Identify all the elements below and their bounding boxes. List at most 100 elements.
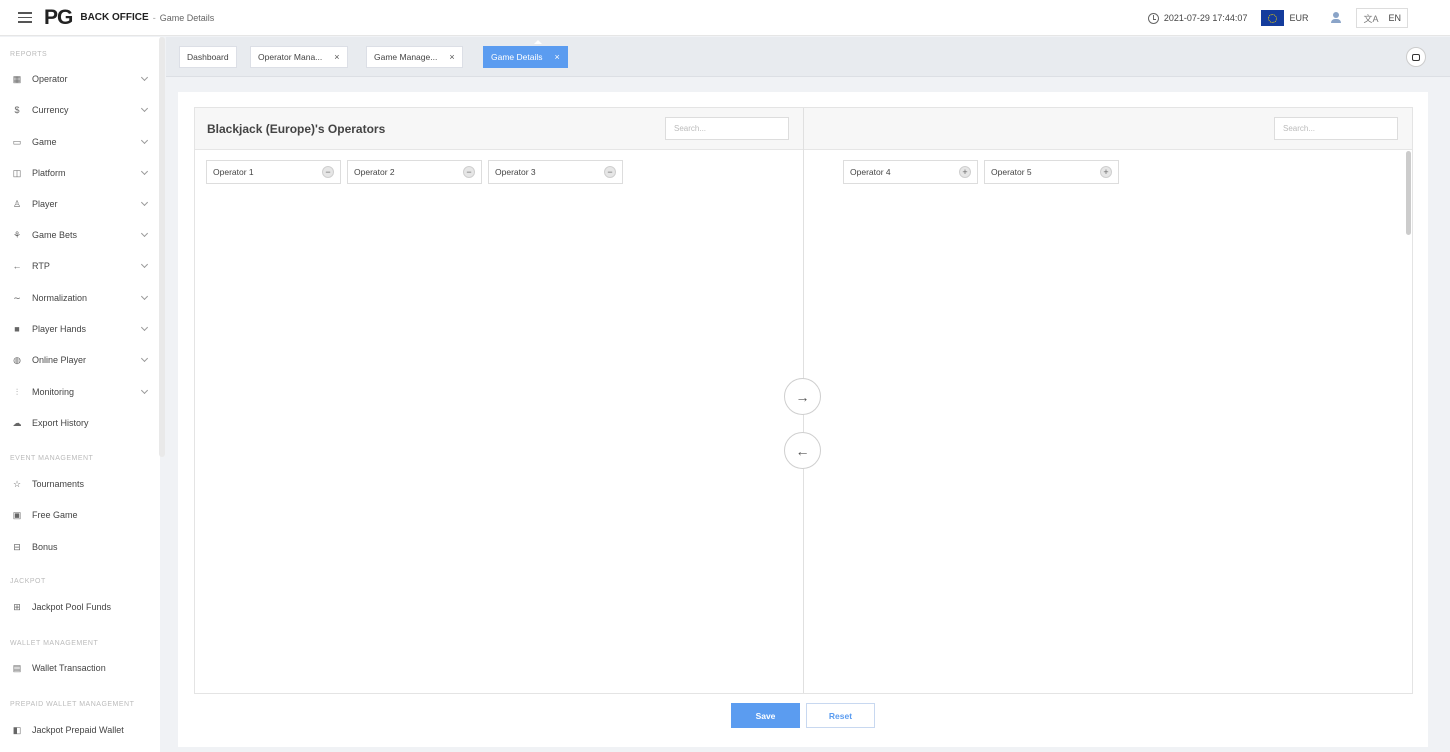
sidebar-item-game-bets[interactable]: ⚘ Game Bets	[11, 225, 151, 245]
move-left-button[interactable]: ←	[784, 432, 821, 469]
chevron-down-icon	[140, 323, 149, 332]
currency-selector[interactable]: EUR	[1289, 13, 1308, 23]
gamepad-icon: ▭	[12, 136, 22, 147]
star-icon: ☆	[12, 478, 22, 489]
close-icon[interactable]: ×	[449, 52, 454, 62]
sidebar-item-jackpot-pool-funds[interactable]: ⊞ Jackpot Pool Funds	[11, 597, 151, 617]
section-wallet-management: WALLET MANAGEMENT	[10, 640, 99, 647]
translate-icon: 文A	[1363, 13, 1379, 24]
section-jackpot: JACKPOT	[10, 578, 46, 585]
assigned-operator-chip[interactable]: Operator 2−	[347, 160, 482, 184]
tab-dashboard[interactable]: Dashboard	[179, 46, 237, 68]
fullscreen-icon	[1412, 53, 1420, 61]
sidebar-item-player[interactable]: ♙ Player	[11, 194, 151, 214]
sidebar-item-normalization[interactable]: ∼ Normalization	[11, 288, 151, 308]
available-pane-scrollbar[interactable]	[1406, 151, 1411, 235]
sidebar-item-player-hands[interactable]: ■ Player Hands	[11, 319, 151, 339]
wallet-icon: ▤	[12, 662, 22, 673]
sidebar-item-jackpot-prepaid-wallet[interactable]: ◧ Jackpot Prepaid Wallet	[11, 720, 151, 740]
chevron-down-icon	[140, 136, 149, 145]
brand-title: BACK OFFICE	[80, 12, 149, 23]
close-icon[interactable]: ×	[334, 52, 339, 62]
sidebar-item-currency[interactable]: $ Currency	[11, 100, 151, 120]
remove-icon[interactable]: −	[463, 166, 475, 178]
arrow-left-icon: ←	[795, 442, 810, 459]
sidebar: REPORTS ▦ Operator $ Currency ▭ Game ◫ Platf…	[0, 37, 160, 752]
breadcrumb: Game Details	[159, 12, 215, 23]
cards-icon: ■	[14, 324, 20, 334]
section-event-management: EVENT MANAGEMENT	[10, 455, 94, 462]
available-operator-chip[interactable]: Operator 4 +	[843, 160, 978, 184]
remove-icon[interactable]: −	[604, 166, 616, 178]
sidebar-item-game[interactable]: ▭ Game	[11, 132, 151, 152]
prepaid-icon: ◧	[12, 724, 22, 735]
sidebar-item-free-game[interactable]: ▣ Free Game	[11, 505, 151, 525]
clock-icon	[1147, 12, 1159, 24]
available-search-input[interactable]	[1274, 117, 1398, 140]
breadcrumb-separator: -	[152, 12, 156, 23]
save-button[interactable]: Save	[731, 703, 800, 728]
section-prepaid-wallet-management: PREPAID WALLET MANAGEMENT	[10, 701, 135, 708]
current-datetime: 2021-07-29 17:44:07	[1163, 13, 1248, 23]
pane-title: Blackjack (Europe)'s Operators	[207, 122, 386, 136]
active-tab-indicator	[534, 40, 542, 44]
sidebar-item-platform[interactable]: ◫ Platform	[11, 163, 151, 183]
tabs-bar: Dashboard Operator Mana... × Game Manage.…	[166, 37, 1450, 77]
sidebar-item-tournaments[interactable]: ☆ Tournaments	[11, 474, 151, 494]
section-reports: REPORTS	[10, 51, 48, 58]
language-label: EN	[1388, 13, 1401, 23]
reset-button[interactable]: Reset	[806, 703, 875, 728]
sidebar-item-wallet-transaction[interactable]: ▤ Wallet Transaction	[11, 658, 151, 678]
chevron-down-icon	[140, 198, 149, 207]
sidebar-item-monitoring[interactable]: ⫶ Monitoring	[11, 382, 151, 402]
gift-icon: ⊟	[13, 541, 21, 552]
globe-icon: ◍	[13, 354, 21, 365]
grid-icon: ⊞	[13, 601, 21, 612]
fullscreen-toggle-button[interactable]	[1406, 47, 1426, 67]
sidebar-item-rtp[interactable]: ← RTP	[11, 256, 151, 276]
dollar-icon: $	[14, 105, 20, 115]
add-icon[interactable]: +	[1100, 166, 1112, 178]
sidebar-item-operator[interactable]: ▦ Operator	[11, 69, 151, 89]
tab-operator-management[interactable]: Operator Mana... ×	[250, 46, 348, 68]
chevron-down-icon	[140, 260, 149, 269]
chevron-down-icon	[140, 104, 149, 113]
available-operator-chip[interactable]: Operator 5 +	[984, 160, 1119, 184]
trend-icon: ∼	[13, 292, 21, 303]
sidebar-item-export-history[interactable]: ☁ Export History	[11, 413, 151, 433]
rtp-arrow-icon: ←	[12, 261, 22, 271]
tab-game-details[interactable]: Game Details ×	[483, 46, 568, 68]
sidebar-item-bonus[interactable]: ⊟ Bonus	[11, 537, 151, 557]
chevron-down-icon	[140, 167, 149, 176]
monitor-icon: ▣	[12, 509, 22, 520]
tab-game-management[interactable]: Game Manage... ×	[366, 46, 463, 68]
bets-icon: ⚘	[12, 229, 22, 240]
assigned-pane-header: Blackjack (Europe)'s Operators	[195, 108, 804, 150]
sidebar-item-online-player[interactable]: ◍ Online Player	[11, 350, 151, 370]
assigned-operator-chip[interactable]: Operator 1−	[206, 160, 341, 184]
available-pane-header	[804, 108, 1412, 150]
chevron-down-icon	[140, 73, 149, 82]
move-right-button[interactable]: →	[784, 378, 821, 415]
chevron-down-icon	[140, 229, 149, 238]
remove-icon[interactable]: −	[322, 166, 334, 178]
eu-flag-icon[interactable]	[1261, 10, 1285, 26]
person-icon: ♙	[12, 198, 22, 209]
assigned-search-input[interactable]	[665, 117, 789, 140]
bar-chart-icon: ⫶	[15, 386, 19, 397]
language-selector[interactable]: 文A EN	[1356, 8, 1408, 28]
user-icon[interactable]	[1330, 12, 1342, 24]
hamburger-menu-icon[interactable]	[18, 12, 32, 23]
add-icon[interactable]: +	[959, 166, 971, 178]
assigned-operator-chip[interactable]: Operator 3−	[488, 160, 623, 184]
chevron-down-icon	[140, 354, 149, 363]
cloud-icon: ☁	[12, 417, 22, 428]
platform-icon: ◫	[12, 167, 22, 178]
chevron-down-icon	[140, 386, 149, 395]
chevron-down-icon	[140, 292, 149, 301]
building-icon: ▦	[12, 73, 22, 84]
sidebar-scrollbar[interactable]	[159, 37, 165, 457]
close-icon[interactable]: ×	[555, 52, 560, 62]
top-header: PG BACK OFFICE - Game Details 2021-07-29…	[0, 0, 1450, 36]
arrow-right-icon: →	[795, 388, 810, 405]
